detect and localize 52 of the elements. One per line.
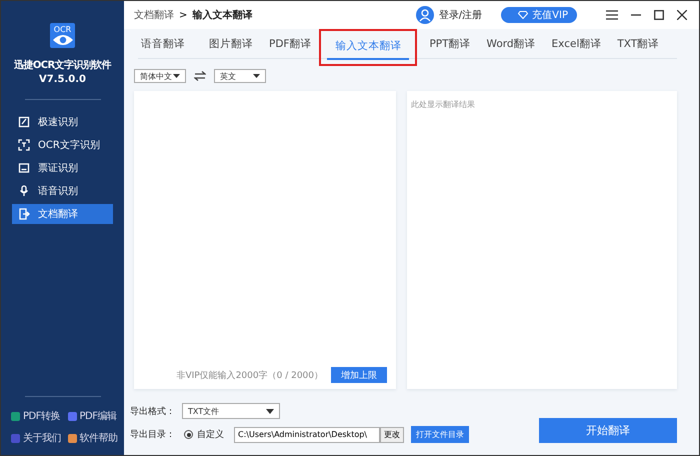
nav-icon — [18, 185, 30, 197]
path-field[interactable]: C:\Users\Administrator\Desktop\ — [234, 426, 380, 442]
breadcrumb-separator: > — [179, 10, 188, 20]
login-link[interactable]: 登录/注册 — [438, 8, 482, 22]
custom-radio[interactable]: 自定义 — [184, 428, 224, 441]
vip-button[interactable]: 充值VIP — [501, 7, 577, 23]
app-name: 迅捷OCR文字识别软件 — [14, 58, 111, 72]
tab[interactable]: PDF翻译 — [261, 32, 320, 58]
caret-icon — [253, 74, 260, 78]
directory-label: 导出目录： — [130, 428, 176, 441]
tab[interactable]: PPT翻译 — [421, 32, 479, 58]
nav-item[interactable]: 语音识别 — [12, 181, 113, 201]
caret-icon — [266, 408, 274, 414]
tab[interactable]: 语音翻译 — [138, 32, 193, 58]
tab[interactable]: 输入文本翻译 — [327, 34, 410, 60]
breadcrumb-link[interactable]: 文档翻译 — [134, 8, 174, 22]
input-text-area[interactable]: 非VIP仅能输入2000字（0 / 2000） 增加上限 — [134, 91, 396, 389]
caret-icon — [173, 74, 180, 78]
tab[interactable]: 图片翻译 — [201, 32, 261, 58]
limit-note: 非VIP仅能输入2000字（0 / 2000） — [176, 370, 323, 382]
format-select[interactable]: TXT文件 — [182, 403, 280, 419]
nav-icon — [18, 139, 30, 151]
logo-text: OCR — [54, 25, 72, 34]
raise-limit-button[interactable]: 增加上限 — [331, 367, 387, 383]
tab[interactable]: Word翻译 — [478, 32, 544, 58]
nav-icon — [18, 116, 30, 128]
diamond-icon — [518, 11, 528, 19]
tab[interactable]: TXT翻译 — [609, 32, 668, 58]
footer-link[interactable]: 软件帮助 — [68, 431, 120, 445]
nav-icon — [18, 162, 30, 174]
tab[interactable]: Excel翻译 — [544, 32, 610, 58]
footer-link[interactable]: PDF转换 — [11, 409, 64, 423]
app-version: V7.5.0.0 — [39, 74, 86, 85]
close-icon[interactable] — [677, 10, 687, 20]
breadcrumb-current: 输入文本翻译 — [192, 8, 252, 22]
menu-icon[interactable] — [606, 10, 618, 20]
target-language-select[interactable]: 英文 — [214, 69, 266, 83]
start-translation-button[interactable]: 开始翻译 — [539, 418, 677, 443]
open-folder-button[interactable]: 打开文件目录 — [411, 426, 469, 443]
nav-item[interactable]: OCR文字识别 — [12, 135, 113, 155]
nav-item[interactable]: 票证识别 — [12, 158, 113, 178]
nav-item[interactable]: 文档翻译 — [12, 204, 113, 224]
footer-link[interactable]: PDF编辑 — [68, 409, 120, 423]
nav-item[interactable]: 极速识别 — [12, 112, 113, 132]
swap-icon[interactable] — [194, 71, 206, 81]
maximize-icon[interactable] — [654, 10, 664, 20]
footer-link[interactable]: 关于我们 — [11, 431, 64, 445]
format-label: 导出格式： — [130, 406, 176, 418]
source-language-select[interactable]: 简体中文 — [134, 69, 186, 83]
nav-icon — [18, 208, 30, 220]
avatar-icon[interactable] — [416, 6, 434, 24]
change-button[interactable]: 更改 — [380, 426, 404, 442]
